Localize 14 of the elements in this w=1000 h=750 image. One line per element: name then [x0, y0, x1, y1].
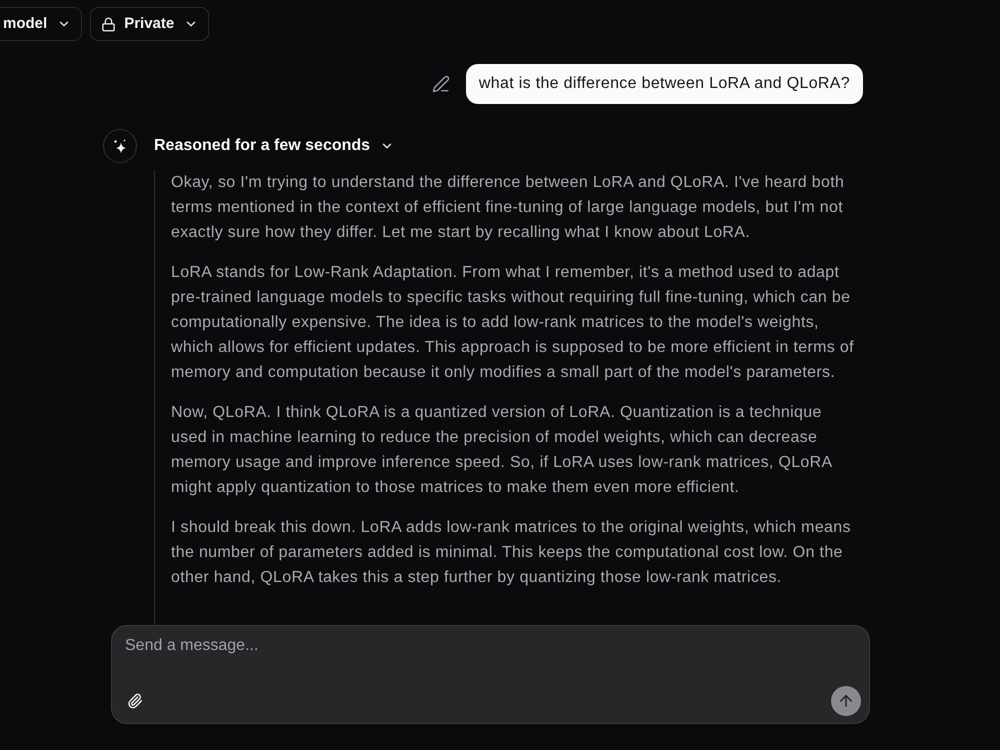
- user-message-bubble: what is the difference between LoRA and QLoRA?: [466, 64, 863, 104]
- model-dropdown[interactable]: model: [0, 7, 82, 41]
- paperclip-icon: [127, 693, 143, 709]
- reasoning-paragraph: Okay, so I'm trying to understand the difference between LoRA and QLoRA. I've heard both terms mentioned in the context of efficient fine-tuning of large language models, but I'm not exactly sure how they differ. Let me start by recalling what I know about LoRA.: [171, 173, 846, 243]
- message-field[interactable]: Send a message...: [125, 635, 856, 686]
- reasoning-paragraph: I should break this down. LoRA adds low-rank matrices to the original weights, which means the number of parameters added is minimal. This keeps the computational cost low. On the other hand, QLoRA takes this a step further by quantizing those low-rank matrices.: [171, 518, 852, 588]
- reasoning-paragraph: LoRA stands for Low-Rank Adaptation. From what I remember, it's a method used to adapt pre-trained language models to specific tasks without requiring full fine-tuning, which can be computationally expensive. The idea is to add low-rank matrices to the model's weights, which allows for efficient updates. This approach is supposed to be more efficient in terms of memory and computation because it only modifies a small part of the model's parameters.: [171, 263, 855, 383]
- sparkle-icon: [103, 129, 137, 163]
- visibility-dropdown[interactable]: Private: [90, 7, 210, 41]
- reasoning-paragraph: Now, QLoRA. I think QLoRA is a quantized version of LoRA. Quantization is a technique used in machine learning to reduce the precision of model weights, which can decrease memory usage and improve inference speed. So, if LoRA uses low-rank matrices, QLoRA might apply quantization to those matrices to make them even more efficient.: [171, 403, 833, 498]
- message-composer[interactable]: Send a message...: [111, 625, 870, 724]
- lock-icon: [101, 16, 116, 32]
- reasoning-toggle[interactable]: Reasoned for a few seconds: [154, 134, 394, 158]
- pencil-icon: [432, 75, 450, 93]
